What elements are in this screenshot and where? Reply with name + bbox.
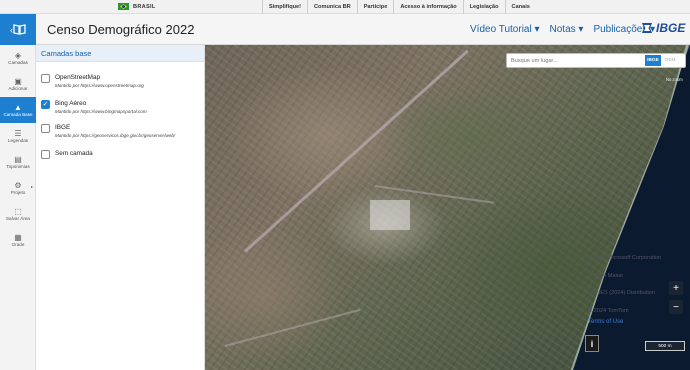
sidebar-item-adicionar[interactable]: ▣ Adicionar — [0, 71, 36, 97]
layer-option-openstreetmap[interactable]: OpenStreetMap Mantido por https://www.op… — [41, 73, 144, 90]
zoom-in-button[interactable]: + — [669, 281, 683, 295]
zoom-level-label: No zoom — [666, 77, 683, 82]
layers-icon: ◈ — [14, 51, 22, 60]
gov-link-legislacao[interactable]: Legislação — [462, 0, 505, 14]
sidebar-item-label: Toponimias — [6, 164, 30, 169]
map-road — [224, 308, 361, 347]
toponym-icon: ▤ — [14, 155, 22, 164]
layer-source: Mantido por https://www.openstreetmap.or… — [55, 83, 144, 88]
map-road — [243, 49, 469, 253]
nav-video-tutorial[interactable]: Vídeo Tutorial ▾ — [470, 24, 540, 35]
base-layers-panel: Camadas base OpenStreetMap Mantido por h… — [36, 45, 205, 370]
save-area-icon: ⬚ — [14, 207, 22, 216]
grid-icon: ▦ — [14, 233, 22, 242]
layer-source: Mantido por https://www.bingmapsportal.c… — [55, 109, 147, 114]
sidebar-item-legendas[interactable]: ☰ Legendas — [0, 123, 36, 149]
map-building-cluster — [370, 200, 410, 230]
sidebar-item-label: Salvar Área — [5, 216, 30, 221]
info-button[interactable]: i — [585, 335, 599, 352]
attribution-line: © 2024 Microsoft Corporation — [588, 255, 662, 261]
search-osm-button[interactable]: OSM — [663, 55, 677, 66]
layer-source: Mantido por https://geoservicos.ibge.gov… — [55, 133, 176, 138]
brasil-link[interactable]: BRASIL — [118, 3, 156, 10]
place-search: IBGE OSM — [506, 53, 686, 68]
layer-name: Bing Aéreo — [55, 100, 87, 107]
left-toolbar: ◈ Camadas ▣ Adicionar ▲ Camada Base ☰ Le… — [0, 45, 36, 370]
panel-title: Camadas base — [36, 45, 204, 62]
zoom-out-button[interactable]: − — [669, 300, 683, 314]
sidebar-item-camadas[interactable]: ◈ Camadas — [0, 45, 36, 71]
app-title: Censo Demográfico 2022 — [47, 22, 195, 37]
add-image-icon: ▣ — [14, 77, 22, 86]
list-icon: ☰ — [14, 129, 22, 138]
layer-option-bing-aereo[interactable]: ✓ Bing Aéreo Mantido por https://www.bin… — [41, 99, 147, 116]
layer-option-sem-camada[interactable]: Sem camada — [41, 149, 93, 159]
header-nav: Vídeo Tutorial ▾ Notas ▾ Publicações ▾ — [470, 24, 655, 35]
layer-checkbox[interactable] — [41, 124, 50, 133]
sidebar-item-grade[interactable]: ▦ Grade — [0, 227, 36, 253]
toggle-panel-button[interactable]: ‹ — [0, 14, 36, 45]
gear-icon: ⚙ — [14, 181, 22, 190]
sidebar-item-label: Legendas — [7, 138, 29, 143]
gov-link-acesso[interactable]: Acesso à informação — [393, 0, 462, 14]
scale-bar: 500 m — [645, 341, 685, 351]
country-label: BRASIL — [133, 3, 156, 10]
layer-name: IBGE — [55, 124, 71, 131]
layer-checkbox[interactable]: ✓ — [41, 100, 50, 109]
map-ocean — [573, 45, 690, 370]
sidebar-item-label: Camada Base — [3, 112, 33, 117]
sidebar-item-label: Grade — [11, 242, 25, 247]
gov-link-simplifique[interactable]: Simplifique! — [262, 0, 307, 14]
search-ibge-button[interactable]: IBGE — [645, 55, 661, 66]
brazil-flag-icon — [118, 3, 129, 10]
ibge-logo[interactable]: IBGE — [640, 21, 685, 35]
layer-checkbox[interactable] — [41, 74, 50, 83]
nav-notas[interactable]: Notas ▾ — [550, 24, 584, 35]
ibge-logo-text: IBGE — [656, 21, 686, 35]
sidebar-item-salvar-area[interactable]: ⬚ Salvar Área — [0, 201, 36, 227]
gov-link-participe[interactable]: Participe — [356, 0, 394, 14]
check-icon: ✓ — [42, 101, 49, 108]
layer-option-ibge[interactable]: IBGE Mantido por https://geoservicos.ibg… — [41, 123, 175, 140]
sidebar-item-label: Adicionar — [8, 86, 28, 91]
layer-name: OpenStreetMap — [55, 74, 101, 81]
terms-of-use-link[interactable]: Terms of Use — [588, 319, 623, 325]
sidebar-item-label: Projeto — [10, 190, 26, 195]
zoom-controls: + − — [669, 281, 683, 314]
search-input[interactable] — [507, 57, 645, 64]
gov-link-canais[interactable]: Canais — [504, 0, 536, 14]
layer-checkbox[interactable] — [41, 150, 50, 159]
sidebar-item-projeto[interactable]: ⚙ Projeto ▸ — [0, 175, 36, 201]
chevron-right-icon: ▸ — [30, 184, 33, 189]
gov-bar: BRASIL Simplifique! Comunica BR Particip… — [0, 0, 690, 14]
layer-name: Sem camada — [55, 150, 93, 157]
sidebar-item-camada-base[interactable]: ▲ Camada Base — [0, 97, 36, 123]
gov-links: Simplifique! Comunica BR Participe Acess… — [262, 0, 536, 14]
map-canvas[interactable]: IBGE OSM No zoom © 2024 Microsoft Corpor… — [205, 45, 690, 370]
app-header: ‹ Censo Demográfico 2022 Vídeo Tutorial … — [0, 14, 690, 45]
open-book-icon — [13, 24, 26, 35]
sidebar-item-label: Camadas — [8, 60, 28, 65]
sidebar-item-toponimias[interactable]: ▤ Toponimias — [0, 149, 36, 175]
ibge-mark-icon — [642, 23, 652, 33]
gov-link-comunica[interactable]: Comunica BR — [307, 0, 357, 14]
mountain-icon: ▲ — [14, 103, 22, 112]
